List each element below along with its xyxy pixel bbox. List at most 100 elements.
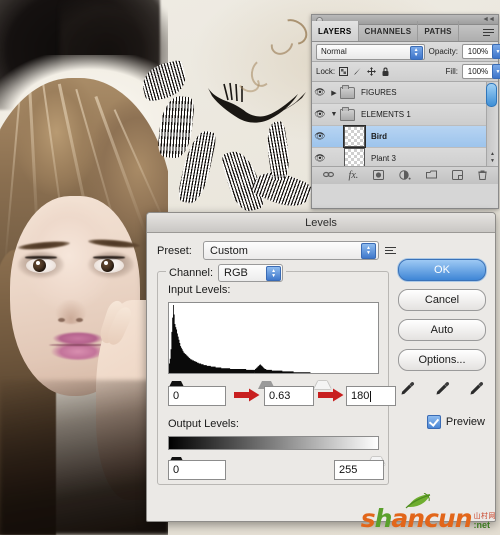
input-black-field[interactable]: 0	[168, 386, 226, 406]
layers-panel-footer[interactable]: fx.	[312, 166, 498, 184]
cancel-button[interactable]: Cancel	[398, 289, 486, 311]
layer-list[interactable]: 👁 ▶ FIGURES 👁 ▼ ELEMENTS 1 👁 Bird 👁 Plan…	[312, 82, 498, 166]
preview-checkbox[interactable]	[426, 415, 441, 429]
histogram[interactable]	[168, 302, 379, 374]
watermark-s: s	[360, 504, 376, 533]
chevron-updown-icon[interactable]: ▲ ▼	[266, 266, 282, 281]
lock-label: Lock:	[316, 67, 336, 76]
tab-paths[interactable]: PATHS	[418, 21, 459, 41]
text-caret	[370, 390, 372, 402]
input-gamma-field[interactable]: 0.63	[264, 386, 314, 406]
scrollbar-thumb[interactable]	[486, 83, 497, 107]
input-fields-row[interactable]: 0 0.63 180	[168, 386, 396, 406]
channel-group: Channel: RGB ▲ ▼ Input Levels: 0 0.63 18…	[157, 264, 396, 485]
input-slider-strip[interactable]	[168, 373, 377, 389]
lock-image-pixels-icon[interactable]	[353, 67, 362, 76]
input-white-value: 180	[351, 390, 370, 402]
fill-value: 100%	[467, 67, 489, 76]
set-black-point-eyedropper-icon[interactable]	[400, 381, 415, 396]
new-group-icon[interactable]	[426, 170, 438, 181]
layer-visibility-eye-icon[interactable]: 👁	[312, 153, 328, 164]
tab-layers[interactable]: LAYERS	[312, 21, 359, 41]
scroll-up-arrow-icon[interactable]: ▲	[488, 151, 497, 158]
lock-position-icon[interactable]	[367, 67, 377, 76]
layer-visibility-eye-icon[interactable]: 👁	[312, 87, 328, 98]
lock-transparent-pixels-icon[interactable]	[339, 67, 349, 76]
folder-icon	[340, 106, 355, 121]
scroll-down-arrow-icon[interactable]: ▼	[488, 158, 497, 165]
layer-row-figures[interactable]: 👁 ▶ FIGURES	[312, 82, 498, 104]
lock-all-icon[interactable]	[381, 67, 390, 76]
opacity-dropdown-icon[interactable]: ▼	[492, 44, 500, 59]
layers-panel[interactable]: ◄◄ LAYERS CHANNELS PATHS Normal ▲ ▼ Opaci…	[311, 14, 500, 209]
annotation-arrow-white	[318, 388, 344, 402]
preset-row[interactable]: Preset: Custom ▲ ▼	[157, 241, 485, 260]
layer-name[interactable]: Plant 3	[371, 154, 396, 163]
layer-row-elements-1[interactable]: 👁 ▼ ELEMENTS 1	[312, 104, 498, 126]
watermark-text: shancun	[360, 504, 473, 533]
layer-thumbnail[interactable]	[344, 148, 365, 166]
layer-row-bird[interactable]: 👁 Bird	[312, 125, 498, 148]
set-gray-point-eyedropper-icon[interactable]	[435, 381, 450, 396]
preview-label: Preview	[445, 416, 485, 428]
channel-select[interactable]: RGB ▲ ▼	[218, 264, 284, 282]
delete-layer-icon[interactable]	[478, 170, 488, 182]
layer-name[interactable]: FIGURES	[361, 88, 397, 97]
input-levels-label: Input Levels:	[168, 284, 231, 296]
layer-thumbnail[interactable]	[343, 125, 366, 148]
blend-mode-select[interactable]: Normal ▲ ▼	[316, 43, 425, 60]
output-black-value: 0	[173, 464, 180, 476]
layer-list-scrollbar[interactable]: ▲ ▼	[486, 82, 498, 166]
panel-collapse-icon[interactable]: ◄◄	[482, 16, 495, 23]
eyedropper-group[interactable]	[400, 381, 484, 396]
panel-tab-bar[interactable]: LAYERS CHANNELS PATHS	[312, 21, 498, 42]
tab-channels[interactable]: CHANNELS	[359, 21, 419, 41]
output-slider-strip[interactable]	[168, 449, 385, 465]
layer-visibility-eye-icon[interactable]: 👁	[312, 131, 328, 142]
fill-field[interactable]: 100% ▼	[462, 64, 500, 79]
left-nostril	[58, 318, 65, 322]
chevron-updown-icon[interactable]: ▲ ▼	[361, 243, 376, 259]
group-expand-collapse-icon[interactable]: ▶	[328, 89, 340, 97]
dialog-title-bar[interactable]: Levels	[147, 213, 495, 233]
right-iris	[101, 259, 114, 272]
layer-style-fx-icon[interactable]: fx.	[349, 170, 359, 181]
opacity-label: Opacity:	[428, 47, 458, 56]
panel-menu-icon[interactable]	[483, 29, 494, 37]
chevron-updown-icon[interactable]: ▲ ▼	[409, 45, 423, 60]
output-white-field[interactable]: 255	[334, 460, 384, 480]
input-white-field[interactable]: 180	[346, 386, 396, 406]
lock-row[interactable]: Lock: Fill: 100% ▼	[312, 62, 500, 82]
fill-dropdown-icon[interactable]: ▼	[492, 64, 500, 79]
link-layers-icon[interactable]	[322, 170, 334, 181]
input-black-value: 0	[173, 390, 180, 402]
dialog-buttons[interactable]: OK Cancel Auto Options...	[398, 259, 486, 379]
layer-row-plant-3[interactable]: 👁 Plant 3	[312, 148, 498, 166]
blend-mode-row[interactable]: Normal ▲ ▼ Opacity: 100% ▼	[312, 42, 500, 62]
left-lash	[25, 256, 57, 259]
auto-button[interactable]: Auto	[398, 319, 486, 341]
channel-row[interactable]: Channel: RGB ▲ ▼	[166, 264, 287, 282]
screenshot-root: ◄◄ LAYERS CHANNELS PATHS Normal ▲ ▼ Opaci…	[0, 0, 500, 535]
adjustment-layer-icon[interactable]	[399, 169, 411, 182]
channel-value: RGB	[224, 267, 248, 279]
group-expand-collapse-icon[interactable]: ▼	[328, 111, 340, 118]
ok-button[interactable]: OK	[398, 259, 486, 281]
lock-icon-group[interactable]	[339, 67, 390, 76]
output-black-field[interactable]: 0	[168, 460, 226, 480]
layer-name[interactable]: ELEMENTS 1	[361, 110, 411, 119]
fill-label: Fill:	[445, 67, 458, 76]
preset-select[interactable]: Custom ▲ ▼	[203, 241, 379, 260]
opacity-field[interactable]: 100% ▼	[462, 44, 500, 59]
preview-row[interactable]: Preview	[426, 415, 485, 429]
layer-name[interactable]: Bird	[371, 132, 387, 141]
layer-visibility-eye-icon[interactable]: 👁	[312, 109, 328, 120]
set-white-point-eyedropper-icon[interactable]	[469, 381, 484, 396]
output-fields-row[interactable]: 0 255	[168, 460, 384, 480]
page-title: Levels	[305, 216, 337, 229]
new-layer-icon[interactable]	[452, 169, 464, 182]
preset-options-icon[interactable]	[385, 244, 398, 257]
options-button[interactable]: Options...	[398, 349, 486, 371]
levels-dialog[interactable]: Levels Preset: Custom ▲ ▼ Channel: RGB ▲ ▼	[146, 212, 496, 522]
layer-mask-icon[interactable]	[373, 169, 385, 182]
